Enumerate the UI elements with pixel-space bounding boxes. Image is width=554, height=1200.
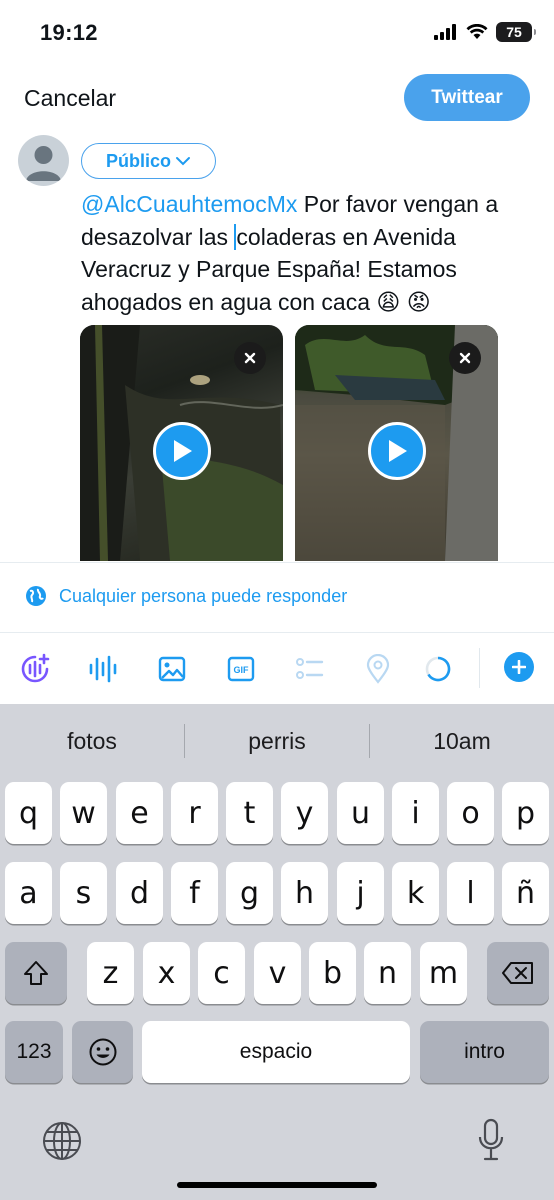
- key-t[interactable]: t: [226, 782, 273, 844]
- battery-level: 75: [506, 24, 522, 40]
- tweet-text-input[interactable]: @AlcCuauhtemocMx Por favor vengan a desa…: [81, 188, 541, 318]
- microphone-icon: [478, 1118, 504, 1161]
- remove-media-button[interactable]: [449, 342, 481, 374]
- key-u[interactable]: u: [337, 782, 384, 844]
- avatar[interactable]: [18, 135, 69, 186]
- chevron-down-icon: [176, 157, 190, 166]
- spaces-icon: [21, 653, 50, 683]
- remove-media-button[interactable]: [234, 342, 266, 374]
- add-thread-button[interactable]: [504, 652, 534, 682]
- toolbar-separator: [479, 648, 480, 688]
- home-indicator: [177, 1182, 377, 1188]
- battery-indicator: 75: [496, 22, 536, 42]
- dictation-button[interactable]: [477, 1118, 505, 1167]
- key-j[interactable]: j: [337, 862, 384, 924]
- spaces-button[interactable]: [16, 650, 54, 688]
- key-g[interactable]: g: [226, 862, 273, 924]
- key-h[interactable]: h: [281, 862, 328, 924]
- key-p[interactable]: p: [502, 782, 549, 844]
- key-y[interactable]: y: [281, 782, 328, 844]
- key-a[interactable]: a: [5, 862, 52, 924]
- shift-icon: [24, 961, 48, 985]
- keyboard: fotos perris 10am q w e r t y u i o p a …: [0, 704, 554, 1200]
- gif-button[interactable]: GIF: [222, 650, 260, 688]
- emoji-icon: [89, 1038, 116, 1066]
- audience-selector[interactable]: Público: [81, 143, 216, 179]
- key-v[interactable]: v: [254, 942, 301, 1004]
- globe-keyboard-button[interactable]: [42, 1121, 82, 1166]
- key-z[interactable]: z: [87, 942, 134, 1004]
- key-q[interactable]: q: [5, 782, 52, 844]
- location-button: [359, 650, 397, 688]
- cancel-button[interactable]: Cancelar: [24, 85, 116, 112]
- cellular-signal-icon: [434, 24, 456, 40]
- close-icon: [459, 352, 471, 364]
- key-m[interactable]: m: [420, 942, 467, 1004]
- key-o[interactable]: o: [447, 782, 494, 844]
- key-i[interactable]: i: [392, 782, 439, 844]
- numbers-key[interactable]: 123: [5, 1021, 63, 1083]
- video-thumbnail[interactable]: [80, 325, 283, 561]
- gif-icon: GIF: [227, 656, 255, 682]
- key-x[interactable]: x: [143, 942, 190, 1004]
- poll-button: [291, 650, 329, 688]
- suggestion-item[interactable]: fotos: [0, 704, 184, 778]
- predictive-bar: fotos perris 10am: [0, 704, 554, 778]
- location-icon: [366, 654, 390, 684]
- key-b[interactable]: b: [309, 942, 356, 1004]
- key-s[interactable]: s: [60, 862, 107, 924]
- key-n[interactable]: n: [364, 942, 411, 1004]
- key-w[interactable]: w: [60, 782, 107, 844]
- reply-setting[interactable]: Cualquier persona puede responder: [25, 585, 347, 607]
- default-avatar-icon: [26, 146, 61, 181]
- close-icon: [244, 352, 256, 364]
- globe-icon: [43, 1122, 81, 1160]
- image-button[interactable]: [153, 650, 191, 688]
- composer-toolbar: GIF: [0, 636, 554, 702]
- play-icon: [388, 440, 407, 462]
- status-bar: 19:12 75: [0, 0, 554, 66]
- play-icon: [173, 440, 192, 462]
- divider: [0, 562, 554, 563]
- suggestion-item[interactable]: 10am: [370, 704, 554, 778]
- audio-button[interactable]: [84, 650, 122, 688]
- key-r[interactable]: r: [171, 782, 218, 844]
- tweet-button[interactable]: Twittear: [404, 74, 530, 121]
- audience-label: Público: [105, 150, 171, 171]
- suggestion-item[interactable]: perris: [185, 704, 369, 778]
- char-counter: [419, 650, 457, 688]
- play-video-button[interactable]: [152, 422, 211, 480]
- gif-label: GIF: [234, 665, 250, 675]
- key-n-tilde[interactable]: ñ: [502, 862, 549, 924]
- backspace-key[interactable]: [487, 942, 549, 1004]
- audio-wave-icon: [89, 655, 117, 683]
- wifi-icon: [466, 24, 488, 39]
- space-key[interactable]: espacio: [142, 1021, 410, 1083]
- char-counter-icon: [425, 656, 451, 682]
- shift-key[interactable]: [5, 942, 67, 1004]
- backspace-icon: [502, 962, 533, 984]
- mention-link[interactable]: @AlcCuauhtemocMx: [81, 191, 297, 217]
- key-c[interactable]: c: [198, 942, 245, 1004]
- globe-icon: [26, 586, 46, 606]
- key-k[interactable]: k: [392, 862, 439, 924]
- add-thread-icon: [512, 660, 526, 674]
- divider: [0, 632, 554, 633]
- return-key[interactable]: intro: [420, 1021, 549, 1083]
- key-l[interactable]: l: [447, 862, 494, 924]
- play-video-button[interactable]: [367, 422, 426, 480]
- video-thumbnail[interactable]: [295, 325, 498, 561]
- key-d[interactable]: d: [116, 862, 163, 924]
- key-f[interactable]: f: [171, 862, 218, 924]
- reply-setting-label: Cualquier persona puede responder: [59, 585, 348, 606]
- key-e[interactable]: e: [116, 782, 163, 844]
- image-icon: [158, 656, 186, 682]
- poll-icon: [296, 658, 324, 679]
- emoji-key[interactable]: [72, 1021, 133, 1083]
- status-time: 19:12: [40, 20, 98, 45]
- status-icons: 75: [434, 22, 536, 42]
